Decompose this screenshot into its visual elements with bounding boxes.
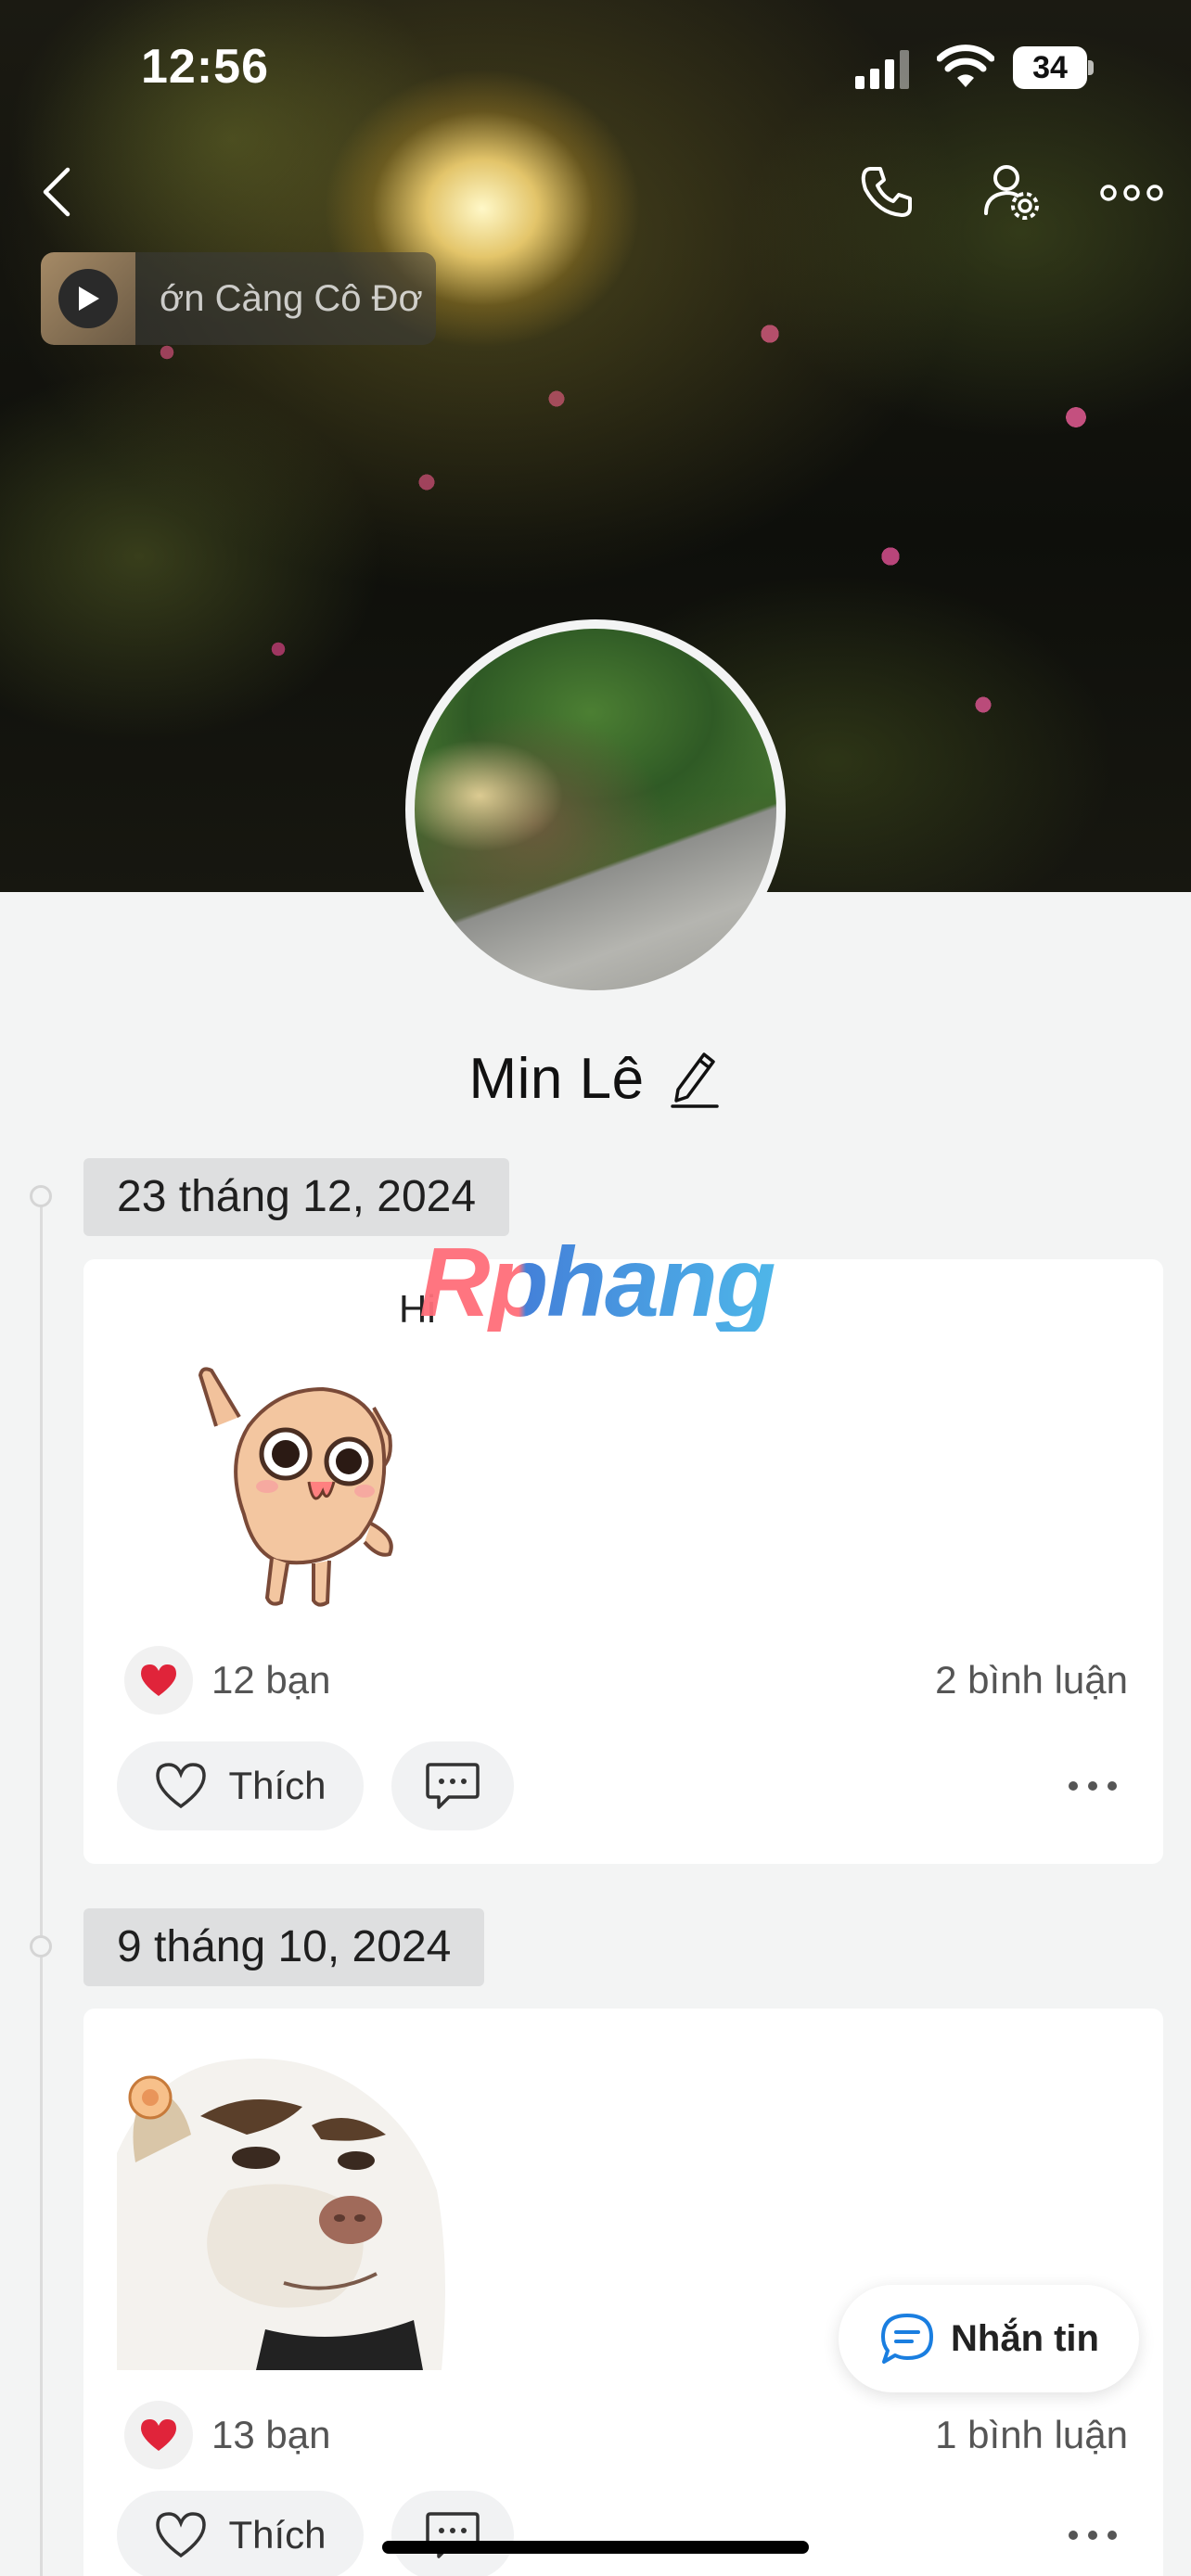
like-button-label: Thích	[228, 1764, 327, 1807]
more-dots-icon	[1069, 2531, 1117, 2540]
comment-button[interactable]	[391, 1741, 514, 1830]
pencil-icon	[670, 1052, 719, 1108]
more-dots-icon	[1069, 1781, 1117, 1791]
post-actions: Thích	[117, 2491, 1130, 2576]
timeline-dot	[30, 1185, 52, 1207]
post-more-button[interactable]	[1056, 1758, 1130, 1814]
home-indicator[interactable]	[382, 2541, 809, 2554]
post-card[interactable]: 12 bạn 2 bình luận Thích	[83, 1259, 1163, 1864]
heart-reaction-icon	[124, 1646, 193, 1715]
profile-settings-button[interactable]	[974, 158, 1048, 226]
reaction-summary[interactable]: 12 bạn 2 bình luận	[124, 1645, 1128, 1715]
comment-button[interactable]	[391, 2491, 514, 2576]
reaction-summary[interactable]: 13 bạn 1 bình luận	[124, 2400, 1128, 2470]
waving-cat-sticker	[198, 1367, 393, 1607]
profile-screen: 12:56 34 ớn Càng Cô Đơ Min Lê 23 tháng 1…	[0, 0, 1191, 2576]
timeline-line	[40, 1196, 43, 2576]
avatar-image	[415, 629, 776, 990]
battery-level: 34	[1013, 46, 1087, 89]
profile-name: Min Lê	[468, 1046, 645, 1111]
send-message-button[interactable]: Nhắn tin	[839, 2285, 1139, 2392]
post-date-chip: 23 tháng 12, 2024	[83, 1158, 510, 1236]
status-time: 12:56	[141, 40, 269, 94]
comment-icon	[426, 1763, 480, 1809]
like-count[interactable]: 13 bạn	[211, 2413, 330, 2457]
music-title: ớn Càng Cô Đơ	[160, 278, 423, 319]
call-button[interactable]	[850, 159, 924, 224]
more-options-button[interactable]	[1095, 167, 1169, 219]
send-message-label: Nhắn tin	[951, 2317, 1099, 2359]
edit-name-button[interactable]	[667, 1049, 723, 1108]
like-button[interactable]: Thích	[117, 2491, 364, 2576]
profile-name-row: Min Lê	[0, 1037, 1191, 1120]
like-button[interactable]: Thích	[117, 1741, 364, 1830]
watermark: Rphang	[419, 1228, 775, 1337]
music-thumbnail	[41, 252, 135, 345]
like-count[interactable]: 12 bạn	[211, 1658, 330, 1702]
profile-avatar[interactable]	[405, 619, 786, 1000]
timeline-dot	[30, 1935, 52, 1958]
user-settings-icon	[984, 165, 1039, 220]
heart-outline-icon	[156, 1763, 207, 1809]
battery-icon: 34	[1013, 46, 1095, 89]
play-button[interactable]	[58, 269, 118, 328]
post-date-chip: 9 tháng 10, 2024	[83, 1908, 485, 1986]
chevron-left-icon	[43, 167, 70, 217]
heart-reaction-icon	[124, 2401, 193, 2469]
like-button-label: Thích	[228, 2513, 327, 2557]
wifi-icon	[937, 45, 994, 87]
post-actions: Thích	[117, 1741, 1130, 1830]
profile-music-player[interactable]: ớn Càng Cô Đơ	[41, 252, 436, 345]
play-icon	[79, 287, 99, 311]
chat-bubble-icon	[881, 2314, 933, 2364]
smug-dog-sticker	[117, 2059, 445, 2370]
more-dots-icon	[1100, 185, 1163, 201]
phone-icon	[861, 167, 912, 217]
comment-count[interactable]: 2 bình luận	[935, 1658, 1128, 1702]
back-button[interactable]	[28, 159, 83, 224]
status-bar: 12:56 34	[0, 0, 1191, 139]
cellular-signal-icon	[855, 50, 909, 89]
heart-outline-icon	[156, 2512, 207, 2558]
comment-count[interactable]: 1 bình luận	[935, 2413, 1128, 2457]
post-more-button[interactable]	[1056, 2507, 1130, 2563]
